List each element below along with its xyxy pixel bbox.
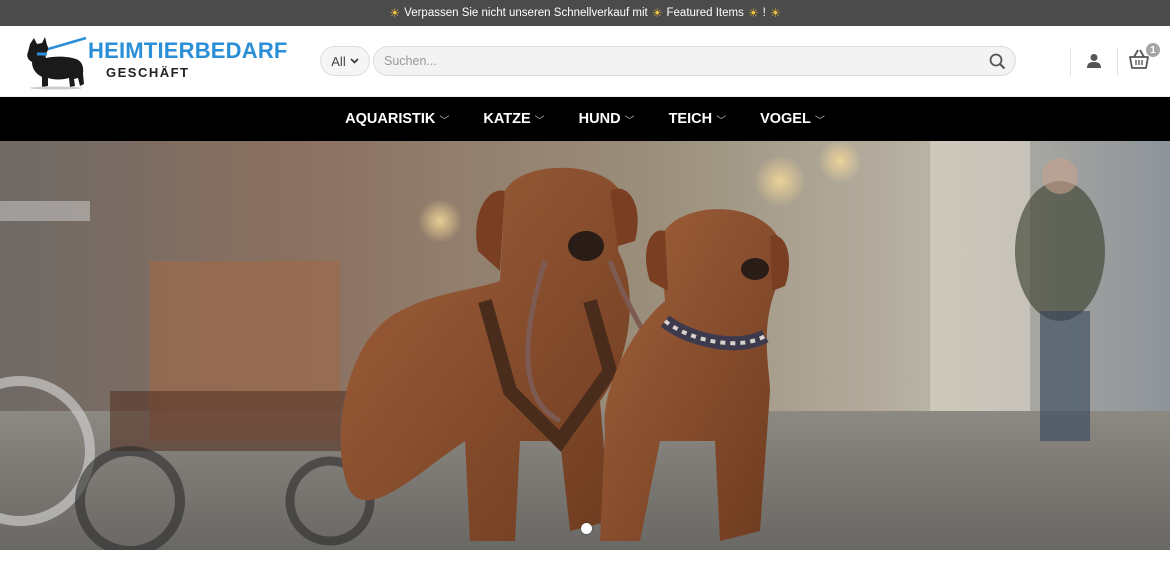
header-divider xyxy=(1070,48,1071,76)
promo-exclamation: ! xyxy=(762,7,766,19)
nav-item-aquaristik[interactable]: AQUARISTIK ﹀ xyxy=(328,97,466,141)
nav-item-katze[interactable]: KATZE ﹀ xyxy=(466,97,561,141)
chevron-down-icon: ﹀ xyxy=(716,115,727,127)
sun-icon: ☀ xyxy=(747,6,759,20)
sun-icon: ☀ xyxy=(651,6,663,20)
category-select-value: All xyxy=(331,53,346,69)
sun-icon: ☀ xyxy=(769,6,781,20)
chevron-down-icon: ﹀ xyxy=(534,115,545,127)
search-icon xyxy=(989,53,1005,69)
main-nav: AQUARISTIK ﹀ KATZE ﹀ HUND ﹀ TEICH ﹀ VOGE… xyxy=(0,97,1170,141)
site-logo[interactable]: HEIMTIERBEDARF GESCHÄFT xyxy=(24,34,294,90)
logo-subtitle: GESCHÄFT xyxy=(106,65,190,80)
chevron-down-icon: ﹀ xyxy=(814,115,825,127)
cart-count-badge: 1 xyxy=(1145,42,1161,58)
nav-item-vogel[interactable]: VOGEL ﹀ xyxy=(743,97,842,141)
nav-item-label: HUND xyxy=(578,111,621,127)
search-placeholder: Suchen... xyxy=(384,54,437,68)
site-header: HEIMTIERBEDARF GESCHÄFT All Suchen... 1 xyxy=(0,26,1170,97)
search-button[interactable] xyxy=(982,46,1012,76)
nav-item-teich[interactable]: TEICH ﹀ xyxy=(652,97,744,141)
chevron-down-icon: ﹀ xyxy=(439,115,450,127)
bulldog-logo-icon xyxy=(27,36,87,90)
sun-icon: ☀ xyxy=(389,6,401,20)
account-button[interactable] xyxy=(1082,49,1106,73)
category-select[interactable]: All xyxy=(320,46,370,76)
nav-item-label: AQUARISTIK xyxy=(345,111,436,127)
hero-slider[interactable] xyxy=(0,141,1170,550)
nav-item-label: VOGEL xyxy=(760,111,811,127)
nav-item-label: TEICH xyxy=(668,111,713,127)
chevron-down-icon xyxy=(350,58,359,64)
promo-bar: ☀ Verpassen Sie nicht unseren Schnellver… xyxy=(0,0,1170,26)
user-icon xyxy=(1087,54,1101,68)
search-input[interactable]: Suchen... xyxy=(373,46,1016,76)
hero-image xyxy=(0,141,1170,550)
promo-text: Verpassen Sie nicht unseren Schnellverka… xyxy=(404,7,648,19)
logo-title: HEIMTIERBEDARF xyxy=(88,38,288,63)
slider-dot-active[interactable] xyxy=(581,523,592,534)
nav-item-label: KATZE xyxy=(483,111,531,127)
header-divider xyxy=(1117,48,1118,76)
nav-item-hund[interactable]: HUND ﹀ xyxy=(562,97,652,141)
promo-featured-link[interactable]: Featured Items xyxy=(667,7,744,19)
chevron-down-icon: ﹀ xyxy=(624,115,635,127)
